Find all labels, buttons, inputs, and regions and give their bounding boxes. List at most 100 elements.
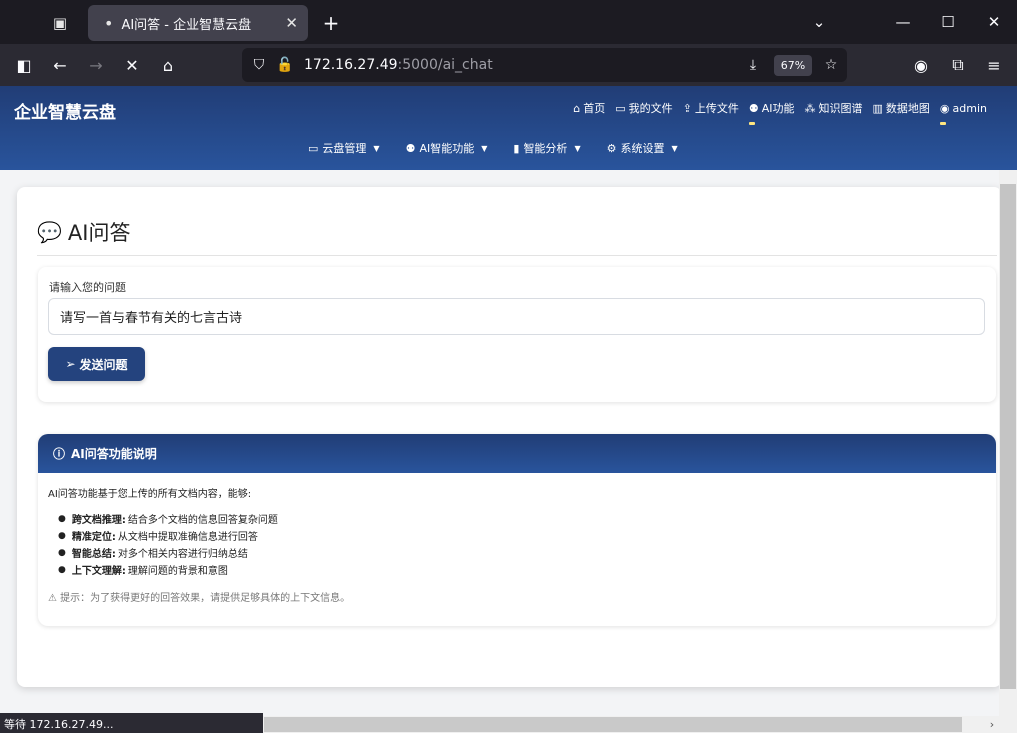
menu-hamburger-icon[interactable]: ≡ [980, 52, 1008, 78]
caret-down-icon: ▼ [671, 143, 678, 153]
chat-bubble-icon: 💬 [37, 220, 62, 244]
horizontal-scroll-thumb[interactable] [264, 717, 962, 732]
vertical-scrollbar[interactable] [999, 170, 1017, 716]
bullet-icon: ● [58, 564, 66, 575]
nav-label: 首页 [583, 102, 606, 115]
account-icon[interactable]: ◉ [907, 52, 935, 78]
robot-icon: ⚉ [748, 101, 759, 115]
nav-label: 我的文件 [628, 102, 673, 115]
minimize-button[interactable]: — [888, 8, 918, 36]
nav-knowledge-graph[interactable]: ⁂ 知识图谱 [805, 100, 863, 116]
tab-close-icon[interactable]: ✕ [285, 14, 298, 32]
main-card: 💬 AI问答 请输入您的问题 ➢ 发送问题 ⓘ AI问答功能说明 AI问答功能基… [17, 187, 1002, 687]
stop-loading-icon[interactable]: ✕ [118, 52, 146, 78]
dropdown-indicator [939, 122, 946, 125]
robot-icon: ⚉ [405, 141, 416, 155]
maximize-button[interactable]: ☐ [933, 8, 963, 36]
folder-icon: ▭ [308, 141, 319, 155]
menu-cloud-management[interactable]: ▭ 云盘管理 ▼ [308, 140, 380, 156]
list-item: ● 精准定位: 从文档中提取准确信息进行回答 [58, 527, 278, 544]
feature-name: 跨文档推理: [71, 515, 126, 526]
send-button-label: 发送问题 [79, 357, 128, 372]
bookmark-star-icon[interactable]: ☆ [820, 54, 842, 76]
nav-data-map[interactable]: ▥ 数据地图 [873, 100, 930, 116]
tip-text: ⚠ 提示：为了获得更好的回答效果，请提供足够具体的上下文信息。 [48, 593, 351, 604]
caret-down-icon: ▼ [481, 143, 488, 153]
shield-icon[interactable]: ⛉ [248, 54, 270, 76]
title-divider [37, 255, 997, 256]
new-tab-button[interactable]: + [318, 10, 344, 36]
menu-smart-analysis[interactable]: ▮ 智能分析 ▼ [513, 140, 580, 156]
info-card-title: AI问答功能说明 [71, 447, 157, 461]
dropdown-indicator [748, 122, 755, 125]
nav-label: 知识图谱 [818, 102, 863, 115]
nav-my-files[interactable]: ▭ 我的文件 [615, 100, 672, 116]
feature-name: 精准定位: [71, 532, 116, 543]
page-title: 💬 AI问答 [37, 217, 130, 247]
nav-upload[interactable]: ⇪ 上传文件 [683, 100, 739, 116]
bar-chart-icon: ▮ [513, 141, 520, 155]
tab-overview-icon[interactable]: ▣ [46, 10, 74, 36]
list-tabs-chevron-icon[interactable]: ⌄ [804, 8, 834, 36]
feature-desc: 对多个相关内容进行归纳总结 [117, 549, 248, 560]
home-icon[interactable]: ⌂ [154, 52, 182, 78]
caret-down-icon: ▼ [574, 143, 581, 153]
send-question-button[interactable]: ➢ 发送问题 [48, 347, 145, 381]
info-intro: AI问答功能基于您上传的所有文档内容，能够: [48, 489, 252, 500]
list-item: ● 智能总结: 对多个相关内容进行归纳总结 [58, 544, 278, 561]
nav-ai[interactable]: ⚉ AI功能 [748, 100, 795, 125]
question-input[interactable] [48, 298, 985, 335]
list-item: ● 上下文理解: 理解问题的背景和意图 [58, 561, 278, 578]
download-icon[interactable]: ⤓ [742, 54, 764, 76]
bullet-icon: ● [58, 547, 66, 558]
question-label: 请输入您的问题 [49, 281, 126, 294]
send-plane-icon: ➢ [65, 357, 76, 371]
menu-label: 智能分析 [523, 142, 568, 155]
list-item: ● 跨文档推理: 结合多个文档的信息回答复杂问题 [58, 510, 278, 527]
vertical-scroll-thumb[interactable] [1000, 184, 1016, 689]
upload-icon: ⇪ [682, 101, 692, 115]
menu-ai-features[interactable]: ⚉ AI智能功能 ▼ [406, 140, 488, 156]
forward-arrow-icon[interactable]: → [82, 52, 110, 78]
window-close-button[interactable]: ✕ [979, 8, 1009, 36]
back-arrow-icon[interactable]: ← [46, 52, 74, 78]
tab-loading-dot-icon: • [104, 13, 114, 33]
feature-desc: 结合多个文档的信息回答复杂问题 [127, 515, 278, 526]
page-title-text: AI问答 [67, 221, 131, 245]
graph-icon: ⁂ [804, 101, 816, 115]
zoom-level-badge[interactable]: 67% [774, 55, 812, 76]
extensions-icon[interactable]: ⧉ [944, 52, 972, 78]
lock-insecure-icon[interactable]: 🔓 [274, 54, 296, 76]
site-header: 企业智慧云盘 ⌂ 首页 ▭ 我的文件 ⇪ 上传文件 ⚉ AI功能 ⁂ 知识图谱 ▥ 数据地图… [0, 86, 1017, 170]
question-form: 请输入您的问题 ➢ 发送问题 [38, 267, 996, 402]
url-bar[interactable]: ⛉ 🔓 172.16.27.49:5000/ai_chat ⤓ 67% ☆ [242, 48, 847, 82]
browser-nav-bar: ◧ ← → ✕ ⌂ ⛉ 🔓 172.16.27.49:5000/ai_chat … [0, 44, 1017, 86]
bullet-icon: ● [58, 513, 66, 524]
url-text[interactable]: 172.16.27.49:5000/ai_chat [304, 57, 493, 73]
nav-home[interactable]: ⌂ 首页 [573, 100, 605, 116]
feature-list: ● 跨文档推理: 结合多个文档的信息回答复杂问题 ● 精准定位: 从文档中提取准确信息进… [58, 510, 278, 578]
browser-tab-active[interactable]: • AI问答 - 企业智慧云盘 ✕ [88, 5, 308, 41]
sidebar-icon[interactable]: ◧ [10, 52, 38, 78]
home-icon: ⌂ [573, 101, 581, 115]
tab-title: AI问答 - 企业智慧云盘 [121, 17, 252, 33]
info-card-header: ⓘ AI问答功能说明 [38, 434, 996, 473]
nav-user-admin[interactable]: ◉ admin [939, 100, 987, 125]
menu-label: AI智能功能 [419, 142, 475, 155]
browser-tab-bar: ▣ • AI问答 - 企业智慧云盘 ✕ + ⌄ — ☐ ✕ [0, 0, 1017, 44]
top-nav: ⌂ 首页 ▭ 我的文件 ⇪ 上传文件 ⚉ AI功能 ⁂ 知识图谱 ▥ 数据地图 ◉ admin [573, 100, 987, 125]
info-circle-icon: ⓘ [53, 447, 66, 461]
browser-status-bar: 等待 172.16.27.49... [0, 713, 263, 733]
gear-icon: ⚙ [606, 141, 617, 155]
user-circle-icon: ◉ [939, 101, 950, 115]
scroll-right-chevron-icon[interactable]: › [986, 716, 998, 733]
menu-label: 云盘管理 [322, 142, 367, 155]
feature-name: 智能总结: [71, 549, 116, 560]
feature-name: 上下文理解: [71, 566, 126, 577]
menu-system-settings[interactable]: ⚙ 系统设置 ▼ [607, 140, 678, 156]
bullet-icon: ● [58, 530, 66, 541]
menu-label: 系统设置 [620, 142, 665, 155]
nav-label: 上传文件 [694, 102, 739, 115]
main-menu: ▭ 云盘管理 ▼ ⚉ AI智能功能 ▼ ▮ 智能分析 ▼ ⚙ 系统设置 ▼ [308, 140, 678, 156]
site-brand[interactable]: 企业智慧云盘 [14, 98, 116, 123]
